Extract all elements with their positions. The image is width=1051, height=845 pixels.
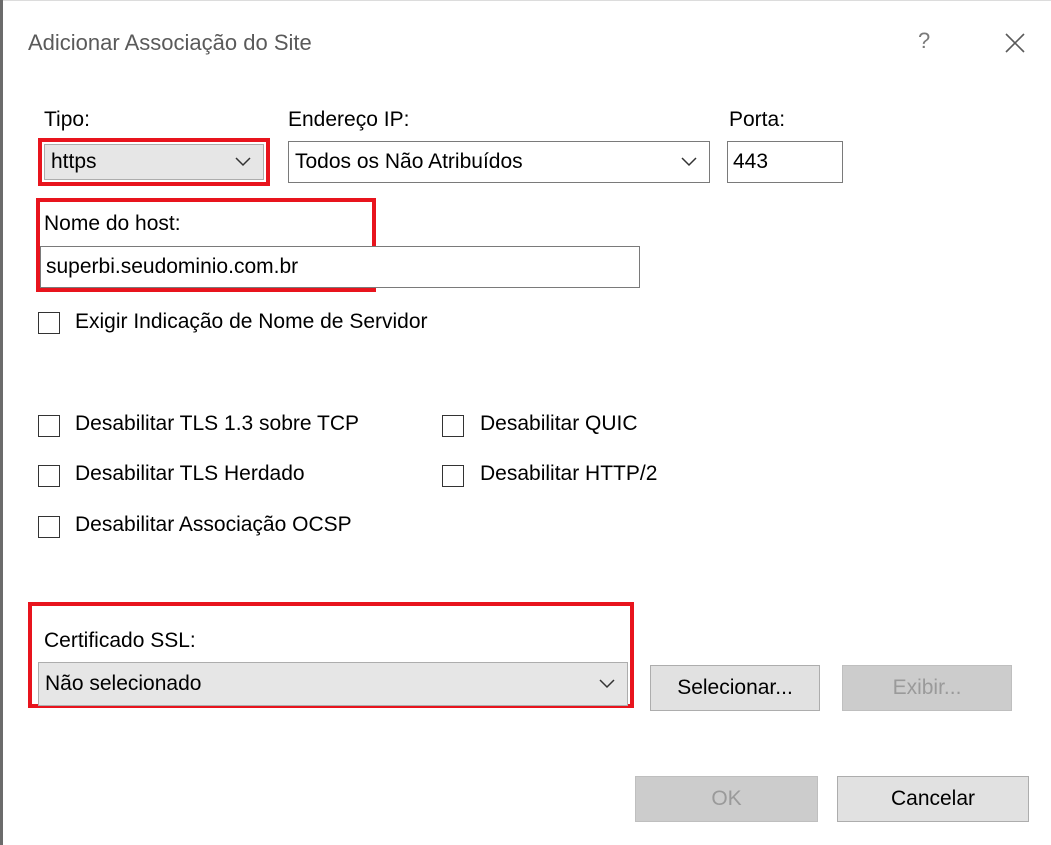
cancel-button[interactable]: Cancelar <box>837 776 1029 822</box>
ssl-value: Não selecionado <box>45 672 202 695</box>
disable-ocsp-label: Desabilitar Associação OCSP <box>75 513 352 536</box>
help-button[interactable]: ? <box>918 28 930 54</box>
host-input[interactable]: superbi.seudominio.com.br <box>40 246 640 288</box>
close-button[interactable] <box>1002 30 1028 56</box>
ip-select[interactable]: Todos os Não Atribuídos <box>288 141 710 183</box>
tipo-label: Tipo: <box>44 108 90 131</box>
ssl-select[interactable]: Não selecionado <box>38 662 628 706</box>
window-left-border <box>0 0 3 845</box>
window-top-border <box>0 0 1051 1</box>
porta-label: Porta: <box>729 108 786 131</box>
disable-http2-checkbox[interactable] <box>442 465 464 487</box>
chevron-down-icon <box>235 157 251 167</box>
disable-tls13-checkbox[interactable] <box>38 415 60 437</box>
select-certificate-button[interactable]: Selecionar... <box>650 665 820 711</box>
disable-tls13-label: Desabilitar TLS 1.3 sobre TCP <box>75 412 360 435</box>
ip-value: Todos os Não Atribuídos <box>295 150 523 173</box>
ip-label: Endereço IP: <box>288 108 410 131</box>
disable-legacy-tls-label: Desabilitar TLS Herdado <box>75 462 305 485</box>
porta-input[interactable]: 443 <box>727 141 843 183</box>
tipo-value: https <box>51 150 97 173</box>
view-certificate-button[interactable]: Exibir... <box>842 665 1012 711</box>
tipo-select[interactable]: https <box>44 144 264 180</box>
close-icon <box>1005 33 1025 53</box>
chevron-down-icon <box>681 157 697 167</box>
sni-label: Exigir Indicação de Nome de Servidor <box>75 310 428 333</box>
sni-checkbox[interactable] <box>38 312 60 334</box>
ssl-label: Certificado SSL: <box>44 629 196 652</box>
host-label: Nome do host: <box>44 212 181 235</box>
disable-legacy-tls-checkbox[interactable] <box>38 465 60 487</box>
disable-http2-label: Desabilitar HTTP/2 <box>480 462 658 485</box>
dialog-title: Adicionar Associação do Site <box>28 30 312 55</box>
disable-quic-checkbox[interactable] <box>442 415 464 437</box>
chevron-down-icon <box>599 679 615 689</box>
disable-quic-label: Desabilitar QUIC <box>480 412 638 435</box>
ok-button[interactable]: OK <box>635 776 818 822</box>
disable-ocsp-checkbox[interactable] <box>38 516 60 538</box>
